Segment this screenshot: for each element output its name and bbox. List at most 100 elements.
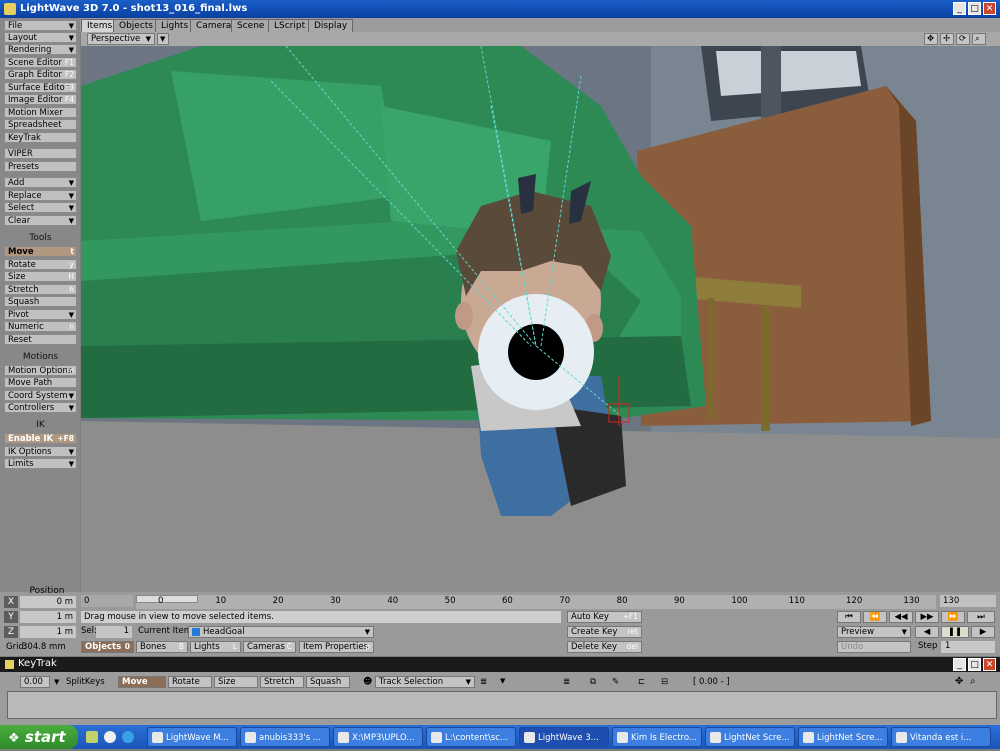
next-frame-icon[interactable]: ▶▶ [915,611,939,623]
task-item[interactable]: anubis333's ... [240,727,330,747]
task-item[interactable]: LightWave 3... [519,727,609,747]
move-view-icon[interactable]: ✥ [924,33,938,45]
size-tool-button[interactable]: Size H [4,271,77,282]
motion-options-button[interactable]: Motion Options m [4,365,77,376]
task-item[interactable]: LightWave M... [147,727,237,747]
tab-objects[interactable]: Objects [113,19,160,32]
ie-icon[interactable] [122,731,134,743]
spreadsheet-button[interactable]: Spreadsheet [4,119,77,130]
tab-display[interactable]: Display [308,19,354,32]
current-item-dropdown[interactable]: HeadGoal ▼ [188,626,374,638]
keytrak-minimize-button[interactable]: _ [953,658,966,671]
task-item[interactable]: LightNet Scre... [798,727,888,747]
rendering-menu[interactable]: Rendering ▼ [4,44,77,55]
keytrak-squash-button[interactable]: Squash [306,676,350,688]
replace-menu[interactable]: Replace ▼ [4,190,77,201]
task-item[interactable]: Kim Is Electro... [612,727,702,747]
presets-button[interactable]: Presets [4,161,77,172]
dropdown-arrow-icon[interactable]: ▼ [54,678,59,686]
graph-editor-button[interactable]: Graph Editor F2 [4,69,77,80]
move-view-icon[interactable]: ✥ [955,676,963,687]
add-menu[interactable]: Add ▼ [4,177,77,188]
first-frame-icon[interactable]: ⏮ [837,611,861,623]
timeline-ruler[interactable]: 0 10 20 30 40 50 60 70 80 90 100 110 120 130 [136,595,936,609]
scene-editor-button[interactable]: Scene Editor F1 [4,57,77,68]
surface-editor-button[interactable]: Surface Editor F3 [4,82,77,93]
timeline-slider[interactable] [136,595,198,603]
3d-viewport[interactable] [81,46,1000,592]
rotate-tool-button[interactable]: Rotate y [4,259,77,270]
pan-view-icon[interactable]: ✢ [940,33,954,45]
undo-button[interactable]: Undo [837,641,911,653]
split-keys-button[interactable]: SplitKeys [66,677,105,687]
dropdown-arrow-icon[interactable]: ▼ [500,677,505,685]
zoom-view-icon[interactable]: ⌕ [972,33,986,45]
stretch-tool-button[interactable]: Stretch h [4,284,77,295]
start-button[interactable]: ❖ start [0,725,78,749]
keytrak-value-field[interactable]: 0.00 [20,676,50,688]
coord-system-menu[interactable]: Coord System ▼ [4,390,77,401]
enable-ik-button[interactable]: Enable IK +F8 [4,433,77,444]
image-editor-button[interactable]: Image Editor F4 [4,94,77,105]
keytrak-move-button[interactable]: Move [118,676,166,688]
layout-menu[interactable]: Layout ▼ [4,32,77,43]
browser-icon[interactable] [104,731,116,743]
pivot-menu[interactable]: Pivot ▼ [4,309,77,320]
ik-options-menu[interactable]: IK Options ▼ [4,446,77,457]
bones-mode-button[interactable]: Bones B [136,641,188,653]
tab-lscript[interactable]: LScript [268,19,312,32]
tab-scene[interactable]: Scene [231,19,271,32]
play-reverse-icon[interactable]: ◀ [915,626,939,638]
copy-icon[interactable]: ⧉ [590,677,596,687]
play-icon[interactable]: ▶ [971,626,995,638]
prev-key-icon[interactable]: ⏪ [863,611,887,623]
task-item[interactable]: Vitanda est i... [891,727,991,747]
viper-button[interactable]: VIPER [4,148,77,159]
auto-key-button[interactable]: Auto Key +F1 [567,611,642,623]
clear-menu[interactable]: Clear ▼ [4,215,77,226]
pause-icon[interactable]: ❚❚ [941,626,969,638]
reset-button[interactable]: Reset [4,334,77,345]
squash-tool-button[interactable]: Squash [4,296,77,307]
keytrak-maximize-button[interactable]: □ [968,658,981,671]
timeline-start-field[interactable]: 0 [81,595,133,607]
keytrak-size-button[interactable]: Size [214,676,258,688]
rotate-view-icon[interactable]: ⟳ [956,33,970,45]
keytrak-track-area[interactable] [7,691,997,719]
limits-menu[interactable]: Limits ▼ [4,458,77,469]
keytrak-close-button[interactable]: ✕ [983,658,996,671]
keytrak-rotate-button[interactable]: Rotate [168,676,212,688]
move-path-button[interactable]: Move Path [4,377,77,388]
file-menu[interactable]: File ▼ [4,20,77,31]
list-icon[interactable]: ≣ [563,677,570,687]
key-icon[interactable]: ⊏ [638,677,645,687]
quicklaunch-icon[interactable] [86,731,98,743]
lights-mode-button[interactable]: Lights L [190,641,241,653]
tab-lights[interactable]: Lights [155,19,195,32]
view-options-button[interactable]: ▼ [157,33,169,45]
view-mode-dropdown[interactable]: Perspective ▼ [87,33,155,45]
controllers-menu[interactable]: Controllers ▼ [4,402,77,413]
select-menu[interactable]: Select ▼ [4,202,77,213]
pencil-icon[interactable]: ✎ [612,677,619,687]
task-item[interactable]: L:\content\sc... [426,727,516,747]
filter-icon[interactable]: ⊟ [661,677,668,687]
timeline-end-field[interactable]: 130 [940,595,996,607]
task-item[interactable]: X:\MP3\UPLO... [333,727,423,747]
prev-frame-icon[interactable]: ◀◀ [889,611,913,623]
step-field[interactable]: 1 [941,641,995,653]
item-properties-button[interactable]: Item Properties p [299,641,374,653]
x-field[interactable]: 0 m [20,596,76,608]
y-field[interactable]: 1 m [20,611,76,623]
list-icon[interactable]: ≣ [480,677,487,687]
motion-mixer-button[interactable]: Motion Mixer [4,107,77,118]
create-key-button[interactable]: Create Key ret [567,626,642,638]
numeric-button[interactable]: Numeric n [4,321,77,332]
cameras-mode-button[interactable]: Cameras C [243,641,296,653]
preview-dropdown[interactable]: Preview ▼ [837,626,911,638]
objects-mode-button[interactable]: Objects 0 [81,641,134,653]
track-selection-dropdown[interactable]: Track Selection ▼ [375,676,475,688]
zoom-icon[interactable]: ⌕ [970,676,976,687]
task-item[interactable]: LightNet Scre... [705,727,795,747]
close-button[interactable]: ✕ [983,2,996,15]
